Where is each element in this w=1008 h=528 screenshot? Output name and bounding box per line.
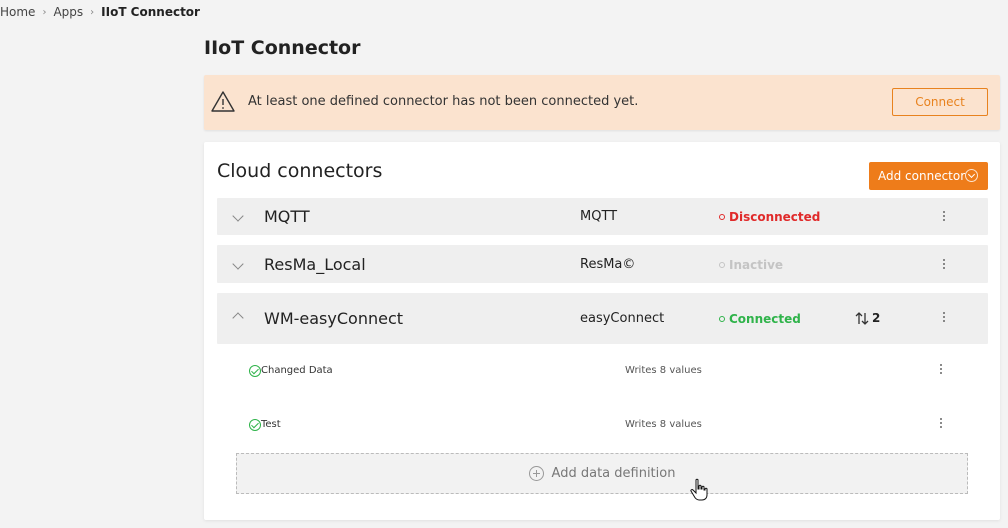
breadcrumb-home[interactable]: Home xyxy=(0,5,35,19)
status-dot-icon xyxy=(719,214,725,220)
add-connector-button[interactable]: Add connector xyxy=(869,162,988,190)
connector-name: MQTT xyxy=(264,207,310,226)
definition-writes: Writes 8 values xyxy=(625,365,702,376)
breadcrumb-current: IIoT Connector xyxy=(101,5,200,19)
definition-name: Changed Data xyxy=(261,365,333,376)
status-text: Disconnected xyxy=(729,210,821,224)
kebab-menu-icon[interactable] xyxy=(936,362,946,378)
connector-type: ResMa© xyxy=(580,257,636,272)
add-data-definition-label: Add data definition xyxy=(551,466,676,481)
breadcrumb-separator-icon: › xyxy=(42,6,47,18)
connector-row-mqtt[interactable]: MQTT MQTT Disconnected xyxy=(217,198,988,235)
kebab-menu-icon[interactable] xyxy=(936,416,946,432)
transfer-arrows-icon xyxy=(855,311,869,325)
connector-type: easyConnect xyxy=(580,311,665,326)
add-data-definition-button[interactable]: Add data definition xyxy=(236,453,968,494)
connector-type: MQTT xyxy=(580,209,618,224)
kebab-menu-icon[interactable] xyxy=(939,310,949,326)
connector-name: ResMa_Local xyxy=(264,255,366,274)
card-title: Cloud connectors xyxy=(217,160,383,182)
connector-row-resma-local[interactable]: ResMa_Local ResMa© Inactive xyxy=(217,245,988,283)
definition-writes: Writes 8 values xyxy=(625,419,702,430)
data-definition-row[interactable]: Changed Data Writes 8 values xyxy=(236,357,988,387)
chevron-up-icon[interactable] xyxy=(232,312,244,324)
chevron-down-icon[interactable] xyxy=(232,258,244,270)
status-badge: Connected xyxy=(719,312,801,326)
transfer-count: 2 xyxy=(855,311,880,325)
transfer-count-value: 2 xyxy=(872,311,881,325)
status-text: Inactive xyxy=(729,258,784,272)
warning-triangle-icon xyxy=(211,91,235,112)
kebab-menu-icon[interactable] xyxy=(939,209,949,225)
connect-button[interactable]: Connect xyxy=(892,88,988,116)
cloud-connectors-card: Cloud connectors Add connector MQTT MQTT… xyxy=(204,142,1000,520)
status-text: Connected xyxy=(729,312,801,326)
hand-cursor-icon xyxy=(690,478,708,501)
breadcrumb: Home › Apps › IIoT Connector xyxy=(0,5,200,19)
status-badge: Disconnected xyxy=(719,210,820,224)
plus-circle-icon xyxy=(528,466,544,481)
status-dot-icon xyxy=(719,316,725,322)
chevron-down-icon[interactable] xyxy=(232,210,244,222)
status-badge: Inactive xyxy=(719,258,783,272)
warning-message: At least one defined connector has not b… xyxy=(248,94,639,109)
warning-banner: At least one defined connector has not b… xyxy=(204,75,1000,130)
definition-name: Test xyxy=(261,419,281,430)
check-circle-icon xyxy=(249,419,261,431)
page-title: IIoT Connector xyxy=(204,37,361,59)
status-dot-icon xyxy=(719,262,725,268)
chevron-down-circle-icon xyxy=(965,169,978,182)
check-circle-icon xyxy=(249,365,261,377)
kebab-menu-icon[interactable] xyxy=(939,257,949,273)
breadcrumb-apps[interactable]: Apps xyxy=(53,5,83,19)
data-definition-row[interactable]: Test Writes 8 values xyxy=(236,411,988,441)
connector-name: WM-easyConnect xyxy=(264,309,404,328)
breadcrumb-separator-icon: › xyxy=(90,6,95,18)
add-connector-label: Add connector xyxy=(878,169,966,183)
connector-row-wm-easyconnect[interactable]: WM-easyConnect easyConnect Connected 2 xyxy=(217,293,988,344)
